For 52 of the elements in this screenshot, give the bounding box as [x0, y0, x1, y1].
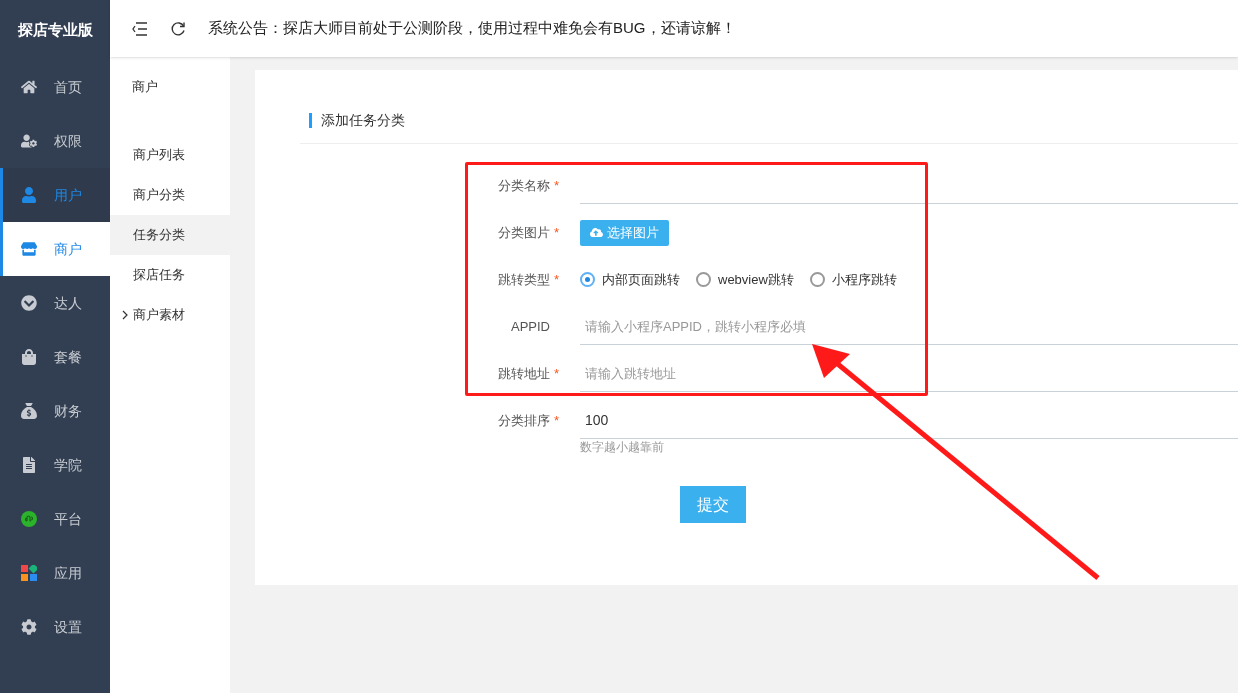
radio-button[interactable]	[580, 272, 595, 287]
radio-option[interactable]: 内部页面跳转	[580, 269, 680, 290]
required-mark: *	[554, 223, 560, 242]
settings-icon	[21, 619, 37, 635]
radio-option[interactable]: 小程序跳转	[809, 269, 897, 290]
refresh-icon[interactable]	[170, 20, 186, 37]
sidebar-item[interactable]: 权限	[0, 114, 110, 168]
notice-text: 系统公告：探店大师目前处于公测阶段，使用过程中难免会有BUG，还请谅解！	[208, 18, 736, 39]
hint-text: 数字越小越靠前	[579, 439, 665, 456]
radio-option[interactable]: webview跳转	[696, 269, 794, 290]
required-mark: *	[554, 411, 560, 430]
sidebar-item[interactable]: 学院	[0, 438, 110, 492]
menu-icon[interactable]	[132, 21, 148, 36]
sidebar-item[interactable]: 平台	[0, 492, 110, 546]
required-mark: *	[554, 176, 560, 195]
input-field[interactable]: 100	[580, 402, 1238, 439]
sidebar-item[interactable]: 财务	[0, 384, 110, 438]
input-field[interactable]: 请输入小程序APPID，跳转小程序必填	[580, 308, 1238, 345]
store-icon	[21, 241, 37, 257]
submenu-item[interactable]: 探店任务	[110, 255, 230, 295]
money-bag-icon	[21, 403, 37, 419]
document-icon	[21, 457, 37, 473]
submenu-item[interactable]: 任务分类	[110, 215, 230, 255]
field-label: 分类排序	[498, 411, 550, 430]
home-icon	[21, 79, 37, 95]
submenu-item[interactable]: 商户列表	[110, 135, 230, 175]
field-label: 跳转类型	[498, 270, 550, 289]
required-mark: *	[554, 270, 560, 289]
required-mark: *	[554, 364, 560, 383]
field-label: APPID	[511, 317, 550, 336]
user-gear-icon	[21, 133, 37, 149]
submenu-title: 商户	[131, 78, 159, 97]
sidebar-item[interactable]: 商户	[0, 222, 110, 276]
radio-button[interactable]	[696, 272, 711, 287]
submenu-item[interactable]: 商户分类	[110, 175, 230, 215]
sidebar-item[interactable]: 设置	[0, 600, 110, 654]
mini-program-icon	[21, 511, 37, 527]
radio-button[interactable]	[809, 272, 825, 287]
submenu-item[interactable]: 商户素材	[110, 295, 230, 335]
sidebar-item[interactable]: 应用	[0, 546, 110, 600]
sidebar-item[interactable]: 首页	[0, 60, 110, 114]
cloud-upload-icon	[590, 226, 603, 239]
field-label: 分类名称	[498, 176, 550, 195]
form-title: 添加任务分类	[309, 113, 1238, 128]
sidebar-item[interactable]: 达人	[0, 276, 110, 330]
brand-title: 探店专业版	[16, 19, 94, 40]
field-label: 跳转地址	[498, 364, 550, 383]
bag-icon	[21, 349, 37, 365]
apps-icon	[21, 565, 37, 581]
sidebar-item[interactable]: 套餐	[0, 330, 110, 384]
user-icon	[21, 187, 37, 203]
field-label: 分类图片	[498, 223, 550, 242]
